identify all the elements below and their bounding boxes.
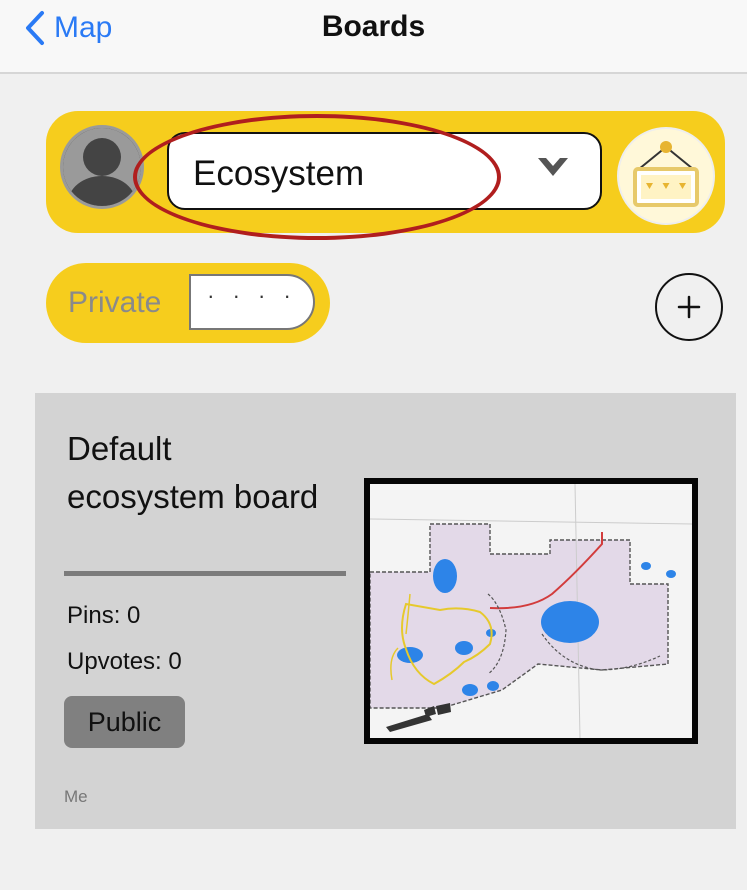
avatar[interactable] bbox=[60, 125, 144, 209]
pins-count: Pins: 0 bbox=[67, 602, 141, 629]
privacy-label: Private bbox=[68, 286, 162, 319]
user-icon bbox=[63, 128, 141, 206]
board-title: Default ecosystem board bbox=[67, 430, 319, 515]
gems-board-icon bbox=[633, 141, 699, 207]
map-thumbnail[interactable] bbox=[364, 478, 698, 744]
ecosystem-dropdown[interactable]: Ecosystem bbox=[167, 132, 602, 210]
nav-bar: Map Boards bbox=[0, 0, 747, 74]
visibility-badge[interactable]: Public bbox=[64, 696, 185, 748]
add-board-button[interactable] bbox=[655, 273, 723, 341]
divider bbox=[64, 571, 346, 576]
privacy-toggle[interactable]: · · · · bbox=[189, 274, 315, 330]
ecosystem-dropdown-value: Ecosystem bbox=[193, 154, 365, 193]
chevron-down-icon bbox=[538, 158, 568, 176]
gems-badge[interactable] bbox=[617, 127, 715, 225]
trail-map-thumbnail bbox=[369, 483, 693, 739]
board-owner: Me bbox=[64, 787, 88, 806]
plus-icon bbox=[677, 295, 701, 319]
upvotes-count: Upvotes: 0 bbox=[67, 648, 182, 675]
page-title: Boards bbox=[321, 10, 426, 43]
